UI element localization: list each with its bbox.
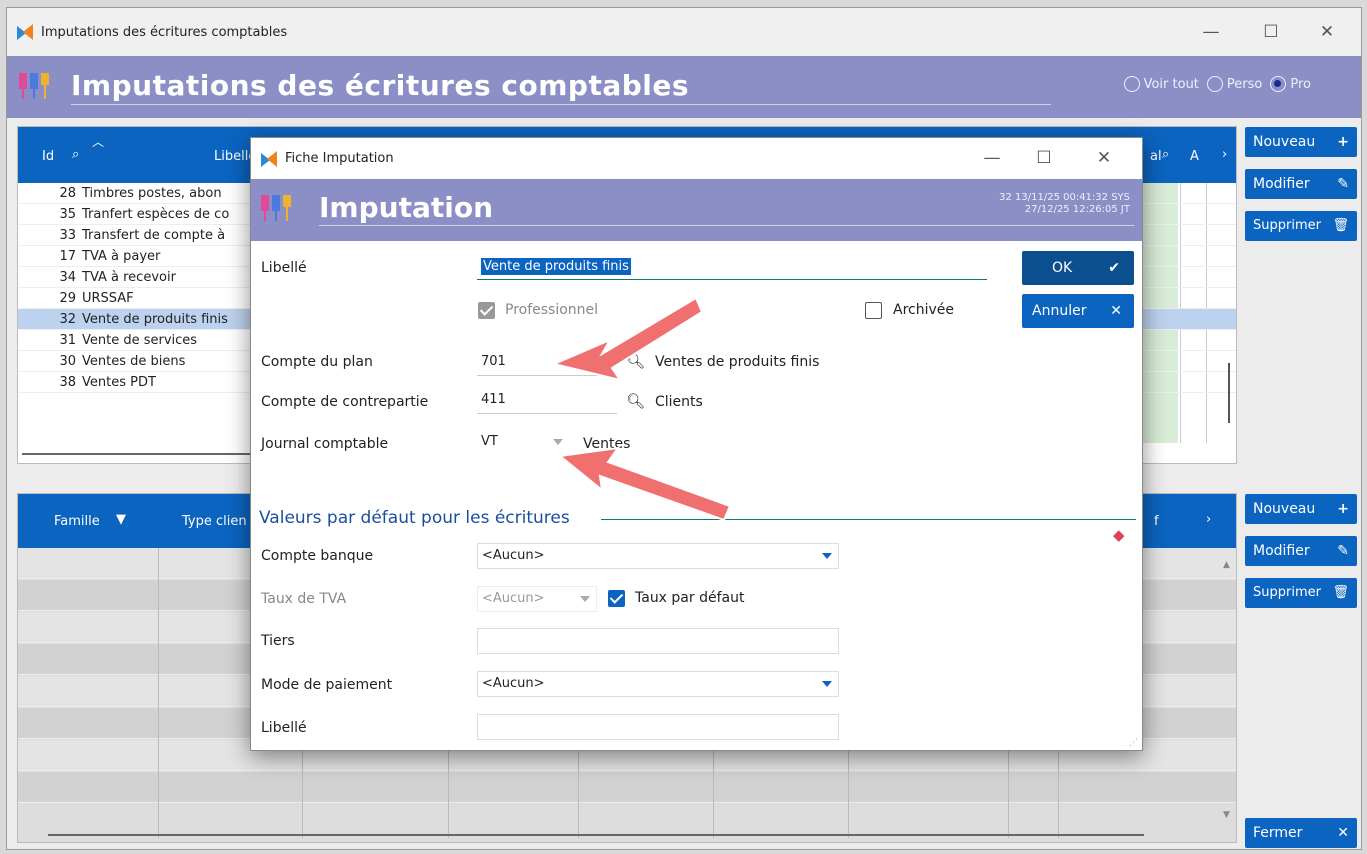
- paiement-select[interactable]: <Aucun>: [477, 671, 839, 697]
- edit-button-2[interactable]: Modifier ✎: [1245, 536, 1357, 566]
- title-bar: Imputations des écritures comptables — ☐…: [7, 8, 1361, 56]
- edit-button[interactable]: Modifier ✎: [1245, 169, 1357, 199]
- search-icon-2[interactable]: ⌕: [1162, 147, 1169, 162]
- filter-icon[interactable]: ▼: [116, 512, 126, 527]
- professionnel-checkbox[interactable]: [478, 302, 495, 319]
- maximize-icon[interactable]: ☐: [1251, 20, 1291, 44]
- eraser-icon[interactable]: ◆: [1113, 526, 1125, 544]
- search-icon[interactable]: ⌕: [72, 147, 79, 162]
- scroll-down-icon[interactable]: ▼: [1223, 810, 1230, 820]
- taux-defaut-checkbox[interactable]: [608, 590, 625, 607]
- tva-select[interactable]: <Aucun>: [477, 586, 597, 612]
- col-famille[interactable]: Famille: [54, 514, 100, 529]
- new-button-2[interactable]: Nouveau +: [1245, 494, 1357, 524]
- close-icon[interactable]: ✕: [1307, 20, 1347, 44]
- dialog-maximize-icon[interactable]: ☐: [1024, 146, 1064, 170]
- libelle2-input[interactable]: [477, 714, 839, 740]
- contrepartie-label: Compte de contrepartie: [261, 394, 429, 410]
- libelle-input[interactable]: Vente de produits finis: [477, 256, 987, 280]
- pencil-icon: ✎: [1337, 543, 1349, 559]
- tiers-label: Tiers: [261, 633, 295, 649]
- dialog-header: Imputation 32 13/11/25 00:41:32 SYS 27/1…: [251, 179, 1142, 241]
- journal-label: Journal comptable: [261, 436, 389, 452]
- dialog-title-bar: Fiche Imputation — ☐ ✕: [251, 138, 1142, 179]
- chevron-right-icon[interactable]: ›: [1222, 147, 1227, 162]
- dialog-minimize-icon[interactable]: —: [972, 146, 1012, 170]
- banque-select[interactable]: <Aucun>: [477, 543, 839, 569]
- tiers-input[interactable]: [477, 628, 839, 654]
- page-title: Imputations des écritures comptables: [71, 69, 1051, 105]
- minimize-icon[interactable]: —: [1191, 20, 1231, 44]
- libelle2-label: Libellé: [261, 720, 307, 736]
- col-extra[interactable]: al: [1150, 149, 1162, 164]
- view-filter: Voir tout Perso Pro: [1123, 76, 1311, 92]
- radio-voir-tout[interactable]: Voir tout: [1123, 76, 1199, 92]
- imputation-icon: [17, 71, 53, 103]
- app-logo-icon: [17, 24, 33, 40]
- vertical-scrollbar[interactable]: [1228, 363, 1230, 423]
- libelle-label: Libellé: [261, 260, 307, 276]
- check-icon: ✔: [1108, 260, 1120, 276]
- trash-icon: 🗑: [1332, 585, 1349, 600]
- radio-pro[interactable]: Pro: [1270, 76, 1311, 92]
- col-id[interactable]: Id: [42, 149, 54, 164]
- sort-up-icon[interactable]: ︿: [92, 133, 104, 150]
- archivee-label: Archivée: [893, 302, 954, 318]
- delete-button-2[interactable]: Supprimer 🗑: [1245, 578, 1357, 608]
- close-button[interactable]: Fermer ✕: [1245, 818, 1357, 848]
- new-button[interactable]: Nouveau +: [1245, 127, 1357, 157]
- horizontal-scrollbar[interactable]: [22, 453, 252, 455]
- trash-icon: 🗑: [1332, 218, 1349, 233]
- record-meta: 32 13/11/25 00:41:32 SYS 27/12/25 12:26:…: [999, 192, 1130, 215]
- tva-label: Taux de TVA: [261, 591, 347, 607]
- taux-defaut-label: Taux par défaut: [635, 590, 745, 606]
- pencil-icon: ✎: [1337, 176, 1349, 192]
- dialog-close-icon[interactable]: ✕: [1084, 146, 1124, 170]
- imputation-icon: [259, 193, 295, 229]
- resize-grip-icon[interactable]: ⋰: [1129, 738, 1138, 748]
- annotation-arrows-icon: [550, 296, 732, 520]
- banque-label: Compte banque: [261, 548, 374, 564]
- window-title: Imputations des écritures comptables: [41, 24, 288, 40]
- cancel-button[interactable]: Annuler ✕: [1022, 294, 1134, 328]
- delete-button[interactable]: Supprimer 🗑: [1245, 211, 1357, 241]
- x-icon: ✕: [1110, 303, 1122, 319]
- archivee-checkbox[interactable]: [865, 302, 882, 319]
- radio-perso[interactable]: Perso: [1206, 76, 1262, 92]
- horizontal-scrollbar-2[interactable]: [48, 834, 1144, 836]
- ok-button[interactable]: OK ✔: [1022, 251, 1134, 285]
- col-extra-f[interactable]: f: [1154, 514, 1159, 529]
- section-title: Valeurs par défaut pour les écritures: [259, 508, 570, 528]
- page-header: Imputations des écritures comptables Voi…: [7, 56, 1361, 118]
- dialog-title: Fiche Imputation: [285, 151, 394, 166]
- col-extra-2[interactable]: A: [1190, 149, 1199, 164]
- col-type-client[interactable]: Type clien: [182, 514, 247, 529]
- chevron-right-icon-2[interactable]: ›: [1206, 512, 1211, 527]
- paiement-label: Mode de paiement: [261, 677, 393, 693]
- scroll-up-icon[interactable]: ▲: [1223, 560, 1230, 570]
- compte-plan-label: Compte du plan: [261, 354, 373, 370]
- app-logo-icon: [261, 150, 277, 167]
